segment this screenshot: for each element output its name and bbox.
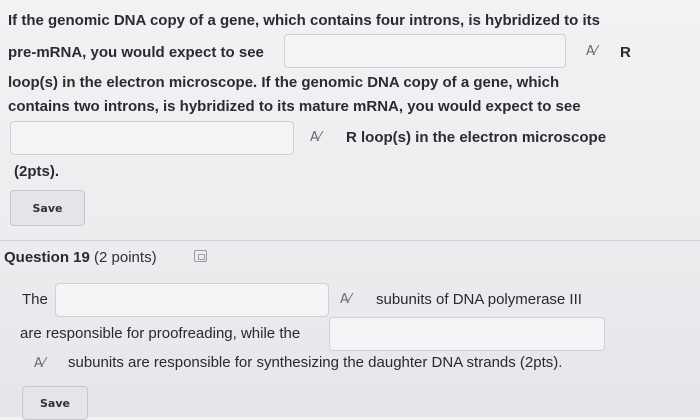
q18-blank-2-input[interactable] xyxy=(10,121,294,155)
q18-line-2-prefix: pre-mRNA, you would expect to see xyxy=(8,44,264,61)
q19-line-3: subunits are responsible for synthesizin… xyxy=(68,354,563,371)
section-divider xyxy=(0,240,700,241)
q19-line-1-suffix: subunits of DNA polymerase III xyxy=(376,291,582,308)
spellcheck-icon[interactable]: A⁄ xyxy=(34,356,45,371)
q18-line-4: contains two introns, is hybridized to i… xyxy=(8,98,581,115)
q18-line-1: If the genomic DNA copy of a gene, which… xyxy=(8,12,600,29)
spellcheck-icon[interactable]: A⁄ xyxy=(586,44,597,59)
q19-save-button[interactable]: Save xyxy=(22,386,88,420)
spellcheck-icon[interactable]: A⁄ xyxy=(310,130,321,145)
document-icon[interactable] xyxy=(194,250,207,262)
q19-line-2: are responsible for proofreading, while … xyxy=(20,325,301,342)
question-number: Question 19 xyxy=(4,249,90,266)
q18-line-6: (2pts). xyxy=(14,163,59,180)
q19-blank-2-input[interactable] xyxy=(329,317,605,351)
q18-blank-1-input[interactable] xyxy=(284,34,566,68)
question-points: (2 points) xyxy=(94,249,157,266)
q19-blank-1-input[interactable] xyxy=(55,283,329,317)
q18-line-5-suffix: R loop(s) in the electron microscope xyxy=(346,129,607,146)
q18-line-3: loop(s) in the electron microscope. If t… xyxy=(8,74,560,91)
question-19-title: Question 19 (2 points) xyxy=(4,249,157,267)
q19-line-1-prefix: The xyxy=(22,291,48,308)
q18-save-button[interactable]: Save xyxy=(10,190,85,226)
spellcheck-icon[interactable]: A⁄ xyxy=(340,292,351,307)
q18-line-2-suffix: R xyxy=(620,44,631,61)
